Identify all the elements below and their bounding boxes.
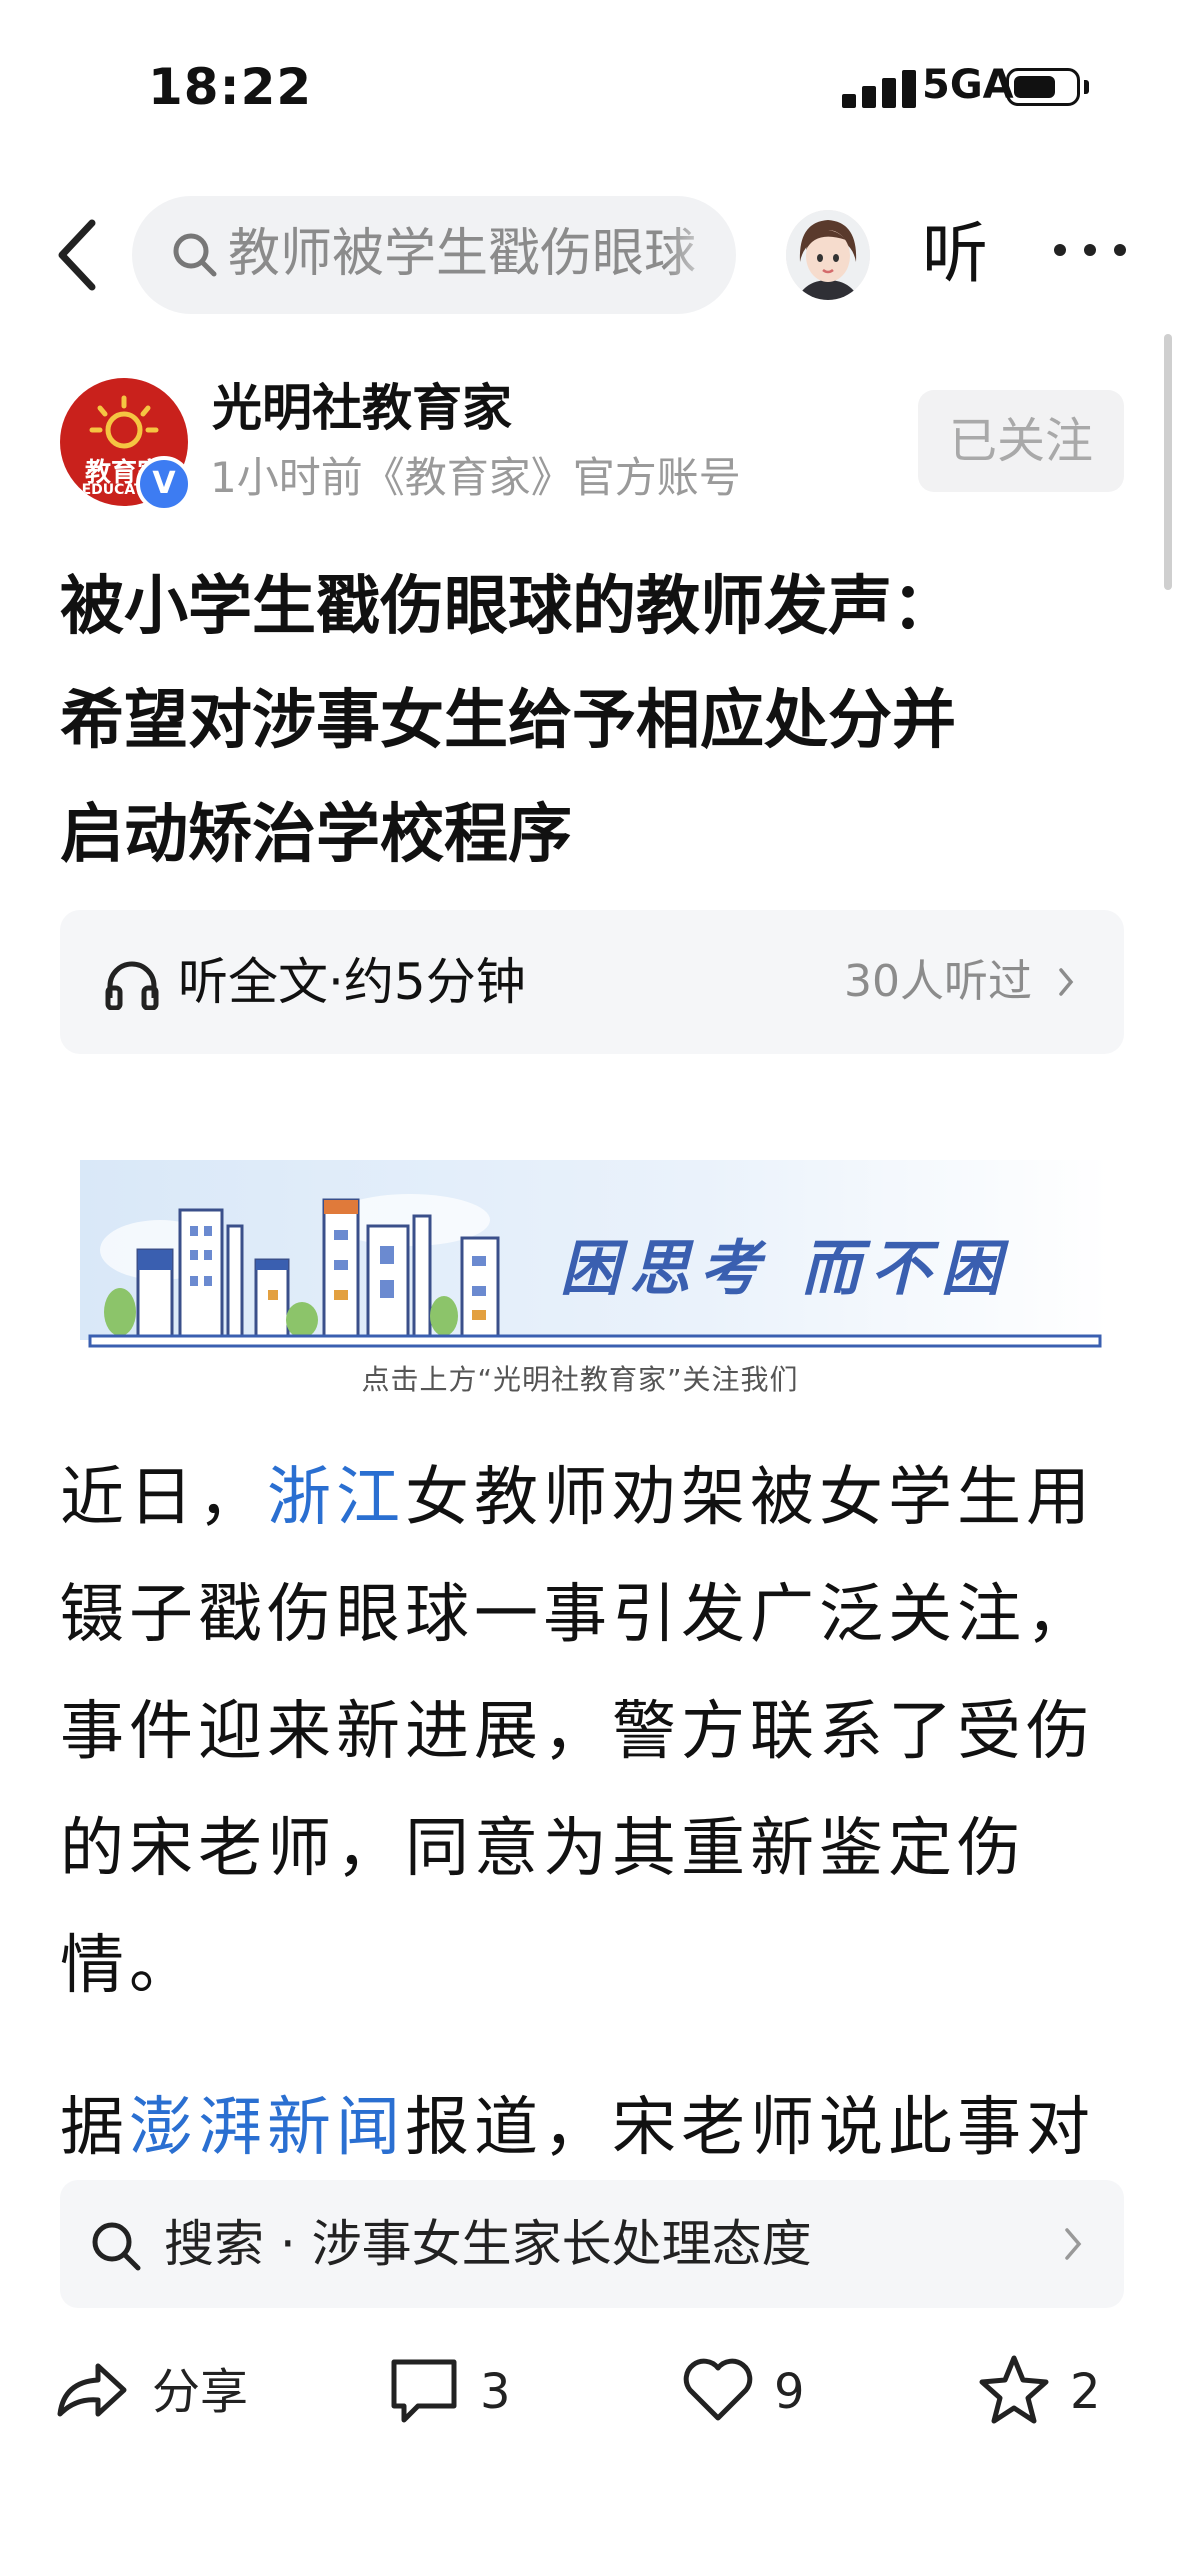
text-span: 女教师劝架被女学生用: [405, 1461, 1095, 1535]
status-time: 18:22: [148, 58, 313, 116]
author-name[interactable]: 光明社教育家: [212, 376, 512, 440]
cellular-signal-icon: [842, 68, 930, 108]
listen-label: 听全文·约5分钟: [178, 953, 526, 1011]
star-icon: [979, 2355, 1049, 2424]
search-input[interactable]: 教师被学生戳伤眼球: [228, 222, 724, 286]
battery-tip: [1084, 80, 1089, 94]
article-title: 被小学生戳伤眼球的教师发声： 希望对涉事女生给予相应处分并 启动矫治学校程序: [60, 550, 1130, 892]
search-icon: [173, 233, 217, 277]
location-link[interactable]: 浙江: [267, 1461, 405, 1535]
chevron-right-icon: [1065, 2228, 1082, 2260]
banner-caption: 点击上方“光明社教育家”关注我们: [361, 1363, 799, 1396]
heart-icon: [683, 2358, 753, 2421]
text-span: 据: [60, 2091, 129, 2165]
favorite-button[interactable]: 2: [976, 2352, 1116, 2432]
comment-button[interactable]: 3: [386, 2352, 526, 2432]
headphones-icon: [105, 961, 159, 1010]
banner-slogan: 困思考 而不困: [560, 1234, 1011, 1304]
source-link[interactable]: 澎湃新闻: [129, 2091, 405, 2165]
text-span: 近日，: [60, 1461, 267, 1535]
battery-level: [1014, 76, 1055, 98]
search-icon: [92, 2222, 141, 2271]
listener-count: 30人听过: [844, 956, 1032, 1007]
title-line: 希望对涉事女生给予相应处分并: [60, 684, 956, 758]
paragraph-line: 据澎湃新闻报道，宋老师说此事对: [60, 2070, 1130, 2187]
comment-icon: [391, 2359, 457, 2423]
paragraph-line: 的宋老师，同意为其重新鉴定伤: [60, 1812, 1026, 1886]
article-paragraph: 近日，浙江女教师劝架被女学生用 镊子戳伤眼球一事引发广泛关注， 事件迎来新进展，…: [60, 1440, 1130, 2025]
listen-button[interactable]: 听: [922, 214, 988, 294]
related-search-text: 搜索 · 涉事女生家长处理态度: [164, 2215, 812, 2273]
favorite-count: 2: [1070, 2364, 1101, 2420]
follow-button[interactable]: 已关注: [918, 390, 1124, 492]
like-button[interactable]: 9: [680, 2352, 820, 2432]
text-span: 报道，宋老师说此事对: [405, 2091, 1095, 2165]
article-paragraph: 据澎湃新闻报道，宋老师说此事对: [60, 2070, 1130, 2187]
paragraph-line: 情。: [60, 1929, 198, 2003]
assistant-avatar[interactable]: [786, 210, 870, 300]
chevron-right-icon: [1059, 968, 1074, 996]
author-meta: 1小时前《教育家》官方账号: [210, 453, 741, 502]
listen-full-text-bar[interactable]: 听全文·约5分钟 30人听过: [60, 910, 1124, 1054]
related-search-bar[interactable]: 搜索 · 涉事女生家长处理态度: [60, 2180, 1124, 2308]
scrollbar[interactable]: [1164, 334, 1172, 590]
verified-badge-icon: V: [136, 456, 192, 512]
paragraph-line: 事件迎来新进展，警方联系了受伤: [60, 1695, 1095, 1769]
comment-count: 3: [480, 2364, 511, 2420]
network-type: 5GA: [922, 62, 1014, 108]
more-options-button[interactable]: [1052, 236, 1130, 266]
share-label: 分享: [152, 2364, 249, 2420]
like-count: 9: [774, 2364, 805, 2420]
avatar-icon: [786, 210, 870, 300]
paragraph-line: 近日，浙江女教师劝架被女学生用: [60, 1440, 1130, 1557]
battery-icon: [1006, 68, 1080, 106]
search-bar[interactable]: 教师被学生戳伤眼球: [132, 196, 736, 314]
share-button[interactable]: 分享: [54, 2352, 264, 2432]
title-line: 启动矫治学校程序: [60, 798, 572, 872]
paragraph-line: 镊子戳伤眼球一事引发广泛关注，: [60, 1578, 1095, 1652]
back-button[interactable]: [50, 215, 110, 295]
title-line: 被小学生戳伤眼球的教师发声：: [60, 570, 956, 644]
share-icon: [57, 2363, 127, 2417]
chevron-left-icon: [58, 219, 96, 291]
